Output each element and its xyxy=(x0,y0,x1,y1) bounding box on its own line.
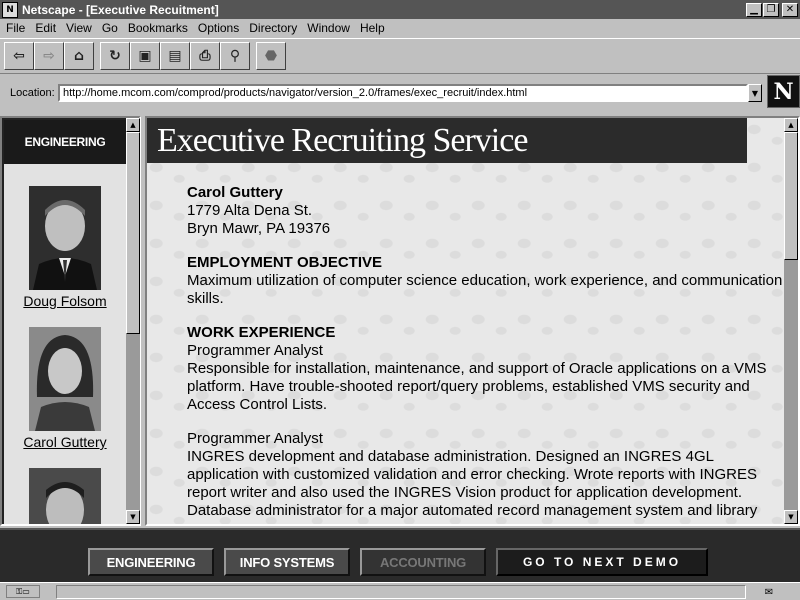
open-icon[interactable]: ▤ xyxy=(160,42,190,70)
scroll-thumb[interactable] xyxy=(784,132,798,260)
person-link[interactable]: Carol Guttery xyxy=(23,434,106,450)
address-line: Bryn Mawr, PA 19376 xyxy=(187,220,331,237)
find-icon[interactable]: ⚲ xyxy=(220,42,250,70)
address-line: 1779 Alta Dena St. xyxy=(187,202,313,219)
menu-bookmarks[interactable]: Bookmarks xyxy=(124,21,194,35)
work-heading: WORK EXPERIENCE xyxy=(187,324,336,341)
reload-icon[interactable]: ↻ xyxy=(100,42,130,70)
main-frame: Executive Recruiting Service Carol Gutte… xyxy=(145,116,800,526)
left-scrollbar[interactable]: ▲ ▼ xyxy=(126,118,140,524)
menu-file[interactable]: File xyxy=(2,21,31,35)
netscape-logo[interactable]: N xyxy=(767,75,800,108)
mail-icon[interactable]: ✉ xyxy=(758,585,780,599)
next-demo-button[interactable]: GO TO NEXT DEMO xyxy=(496,548,708,576)
person-photo[interactable] xyxy=(29,468,101,524)
left-frame-header: ENGINEERING xyxy=(4,120,126,164)
restore-icon[interactable]: ❐ xyxy=(763,2,779,17)
menu-bar: File Edit View Go Bookmarks Options Dire… xyxy=(0,19,800,37)
location-bar: Location: http://home.mcom.com/comprod/p… xyxy=(0,75,800,113)
scroll-down-icon[interactable]: ▼ xyxy=(126,510,140,524)
resume: Carol Guttery 1779 Alta Dena St. Bryn Ma… xyxy=(187,184,785,520)
person-card: Carol Guttery xyxy=(4,327,126,450)
title-bar: N Netscape - [Executive Recuitment] ▁ ❐ … xyxy=(0,0,800,19)
back-icon[interactable]: ⇦ xyxy=(4,42,34,70)
netscape-app-icon[interactable]: N xyxy=(2,1,18,18)
status-bar: ⚿▭ ✉ xyxy=(0,582,800,600)
menu-edit[interactable]: Edit xyxy=(31,21,62,35)
candidate-name: Carol Guttery xyxy=(187,184,283,201)
chevron-down-icon[interactable]: ▼ xyxy=(748,84,762,102)
location-label: Location: xyxy=(10,87,55,99)
bottom-nav: ENGINEERING INFO SYSTEMS ACCOUNTING GO T… xyxy=(0,528,800,582)
print-icon[interactable]: ⎙ xyxy=(190,42,220,70)
accounting-button[interactable]: ACCOUNTING xyxy=(360,548,486,576)
job-title: Programmer Analyst xyxy=(187,430,323,447)
location-input[interactable]: http://home.mcom.com/comprod/products/na… xyxy=(58,84,748,102)
info-systems-button[interactable]: INFO SYSTEMS xyxy=(224,548,350,576)
objective-text: Maximum utilization of computer science … xyxy=(187,272,783,307)
minimize-icon[interactable]: ▁ xyxy=(746,2,762,17)
job-title: Programmer Analyst xyxy=(187,342,323,359)
menu-help[interactable]: Help xyxy=(356,21,391,35)
menu-directory[interactable]: Directory xyxy=(245,21,303,35)
left-frame-content: ENGINEERING Doug Folsom Carol Guttery xyxy=(4,120,126,524)
scroll-up-icon[interactable]: ▲ xyxy=(784,118,798,132)
status-message xyxy=(56,585,746,599)
left-frame: ENGINEERING Doug Folsom Carol Guttery ▲ … xyxy=(0,116,141,526)
menu-options[interactable]: Options xyxy=(194,21,245,35)
close-icon[interactable]: ✕ xyxy=(782,2,798,17)
objective-heading: EMPLOYMENT OBJECTIVE xyxy=(187,254,383,271)
images-icon[interactable]: ▣ xyxy=(130,42,160,70)
scroll-thumb[interactable] xyxy=(126,132,140,334)
scroll-up-icon[interactable]: ▲ xyxy=(126,118,140,132)
window-title: Netscape - [Executive Recuitment] xyxy=(22,2,219,17)
main-scrollbar[interactable]: ▲ ▼ xyxy=(784,118,798,524)
job-description: INGRES development and database administ… xyxy=(187,448,758,519)
person-card xyxy=(4,468,126,524)
person-card: Doug Folsom xyxy=(4,186,126,309)
menu-window[interactable]: Window xyxy=(303,21,356,35)
menu-view[interactable]: View xyxy=(62,21,98,35)
scroll-down-icon[interactable]: ▼ xyxy=(784,510,798,524)
home-icon[interactable]: ⌂ xyxy=(64,42,94,70)
stop-icon[interactable]: ⬣ xyxy=(256,42,286,70)
toolbar: ⇦ ⇨ ⌂ ↻ ▣ ▤ ⎙ ⚲ ⬣ xyxy=(0,38,800,74)
window-controls: ▁ ❐ ✕ xyxy=(746,2,798,17)
security-key-icon[interactable]: ⚿▭ xyxy=(6,585,40,598)
person-photo[interactable] xyxy=(29,186,101,290)
menu-go[interactable]: Go xyxy=(98,21,124,35)
forward-icon[interactable]: ⇨ xyxy=(34,42,64,70)
engineering-button[interactable]: ENGINEERING xyxy=(88,548,214,576)
job-description: Responsible for installation, maintenanc… xyxy=(187,360,767,413)
person-photo[interactable] xyxy=(29,327,101,431)
person-link[interactable]: Doug Folsom xyxy=(23,293,106,309)
banner-title: Executive Recruiting Service xyxy=(147,118,747,163)
